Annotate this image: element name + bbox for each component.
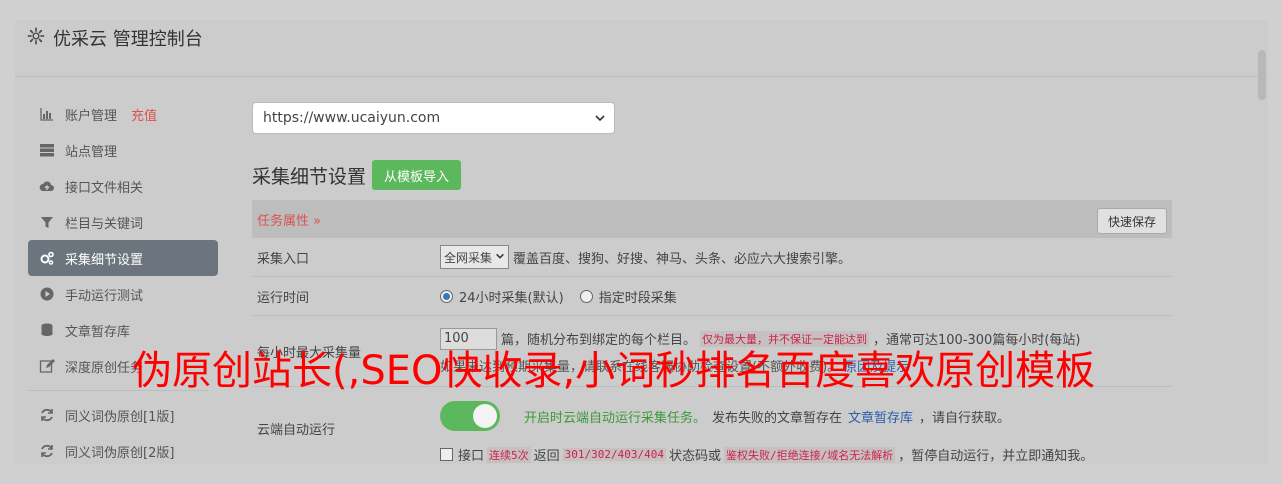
sidebar-item-label: 采集细节设置 [65, 252, 144, 268]
sidebar-item-label: 同义词伪原创[1版] [65, 409, 175, 425]
cb-red2: 鉴权失败/拒绝连接/域名无法解析 [724, 446, 896, 463]
row-entry: 采集入口 全网采集 覆盖百度、搜狗、好搜、神马、头条、必应六大搜索引擎。 [252, 238, 1172, 277]
cloud-on-text: 开启时云端自动运行采集任务。 [524, 410, 707, 426]
sidebar-item-label: 文章暂存库 [65, 324, 131, 340]
pause-on-error-checkbox[interactable] [440, 448, 453, 461]
scrollbar[interactable] [1258, 50, 1266, 100]
sidebar-item-label: 栏目与关键词 [65, 216, 144, 232]
cloud-upload-icon [39, 178, 55, 194]
watermark-overlay: 伪原创站长(,SEO快收录,小词秒排名百度喜欢原创模板 [132, 348, 1096, 394]
section-title: 采集细节设置 [252, 165, 367, 188]
cb-mid2: 状态码或 [669, 449, 722, 464]
cb-code: 301/302/403/404 [562, 448, 666, 461]
refresh-icon [39, 443, 55, 459]
section-header: 采集细节设置 从模板导入 [252, 160, 1172, 190]
site-select-value: https://www.ucaiyun.com [263, 110, 441, 126]
edit-icon [39, 358, 55, 374]
runtime-radio-scheduled[interactable] [579, 289, 593, 303]
entry-select-value: 全网采集 [444, 250, 493, 265]
server-icon [39, 142, 55, 158]
gear-icon [27, 27, 45, 50]
sidebar-item-label: 手动运行测试 [65, 288, 144, 304]
cb-mid1: 返回 [533, 449, 560, 464]
sidebar: 账户管理 充值 站点管理 接口文件相关 栏目与关键词 采集细节设置 手动运行测试 … [28, 96, 218, 464]
sidebar-item-account[interactable]: 账户管理 充值 [28, 96, 218, 132]
sidebar-item-manual-run[interactable]: 手动运行测试 [28, 276, 218, 312]
sidebar-item-synonym-v1[interactable]: 同义词伪原创[1版] [28, 397, 218, 433]
sidebar-item-label: 站点管理 [65, 144, 118, 160]
row-label: 云端自动运行 [257, 423, 336, 438]
runtime-opt1-label: 24小时采集(默认) [459, 290, 564, 306]
cloud-desc2: ，请自行获取。 [919, 410, 1011, 426]
runtime-radio-24h[interactable] [440, 289, 453, 303]
task-attr-toggle[interactable]: 任务属性 » [257, 210, 321, 229]
quick-save-button[interactable]: 快速保存 [1096, 208, 1167, 234]
sidebar-item-label: 账户管理 [65, 108, 118, 124]
sidebar-item-label: 同义词伪原创[2版] [65, 445, 175, 461]
chevron-down-icon [594, 112, 606, 124]
page-title: 优采云 管理控制台 [27, 25, 203, 51]
task-attr-bar: 任务属性 » 快速保存 [252, 200, 1172, 238]
sidebar-item-interface[interactable]: 接口文件相关 [28, 168, 218, 204]
sidebar-item-label: 接口文件相关 [65, 180, 144, 196]
cb-prefix: 接口 [458, 449, 485, 464]
cloud-auto-toggle[interactable] [440, 401, 500, 431]
sidebar-item-synonym-v2[interactable]: 同义词伪原创[2版] [28, 433, 218, 464]
import-template-button[interactable]: 从模板导入 [372, 160, 462, 190]
row-label: 采集入口 [257, 251, 310, 267]
database-icon [39, 322, 55, 338]
app-title: 优采云 管理控制台 [53, 29, 203, 50]
top-bar: 优采云 管理控制台 [15, 20, 1268, 100]
chevron-down-icon [495, 250, 505, 264]
console-panel: 优采云 管理控制台 账户管理 充值 站点管理 接口文件相关 栏目与关键词 采集细节… [15, 20, 1268, 464]
refresh-icon [39, 407, 55, 423]
article-store-link[interactable]: 文章暂存库 [848, 407, 913, 426]
bar-chart-icon [39, 106, 55, 122]
row-cloud: 云端自动运行 开启时云端自动运行采集任务。 发布失败的文章暂存在 文章暂存库 ，请自… [252, 387, 1172, 464]
cb-tail: ，暂停自动运行，并立即通知我。 [898, 449, 1094, 464]
main-content: https://www.ucaiyun.com 采集细节设置 从模板导入 任务属… [252, 102, 1172, 464]
sidebar-item-columns[interactable]: 栏目与关键词 [28, 204, 218, 240]
recharge-link[interactable]: 充值 [131, 105, 157, 124]
row-runtime: 运行时间 24小时采集(默认) 指定时段采集 [252, 277, 1172, 316]
sidebar-item-sites[interactable]: 站点管理 [28, 132, 218, 168]
entry-desc: 覆盖百度、搜狗、好搜、神马、头条、必应六大搜索引擎。 [513, 251, 852, 267]
filter-icon [39, 214, 55, 230]
site-select[interactable]: https://www.ucaiyun.com [252, 102, 615, 134]
entry-select[interactable]: 全网采集 [440, 245, 510, 269]
play-circle-icon [39, 286, 55, 302]
cb-red1: 连续5次 [487, 446, 531, 463]
cloud-desc: 发布失败的文章暂存在 [712, 410, 843, 426]
runtime-opt2-label: 指定时段采集 [598, 290, 677, 306]
row-label: 运行时间 [257, 290, 310, 306]
sidebar-item-collect-settings[interactable]: 采集细节设置 [28, 240, 218, 276]
gears-icon [39, 250, 55, 266]
